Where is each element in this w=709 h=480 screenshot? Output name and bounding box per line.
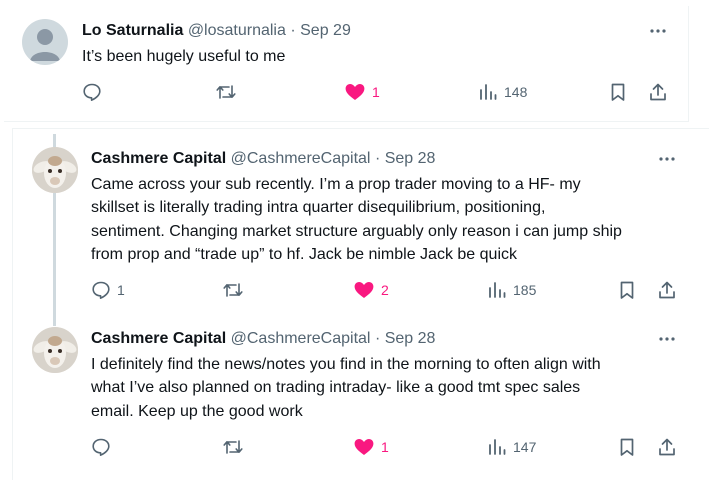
retweet-button[interactable] [215, 82, 243, 102]
bookmark-button[interactable] [617, 437, 637, 457]
tweet-date[interactable]: Sep 28 [385, 330, 436, 347]
like-button[interactable]: 2 [353, 280, 389, 300]
author-handle[interactable]: @CashmereCapital [231, 150, 371, 167]
tweet-text-line: I definitely find the news/notes you fin… [91, 356, 601, 373]
view-count: 147 [513, 439, 537, 455]
tweet-text-line: from prop and “trade up” to hf. Jack be … [91, 245, 517, 263]
like-count: 2 [381, 282, 389, 298]
separator-dot: · [374, 330, 381, 347]
author-handle[interactable]: @CashmereCapital [231, 330, 371, 347]
more-options-button[interactable] [657, 149, 677, 169]
heart-icon [354, 439, 374, 455]
tweet-header: Cashmere Capital @CashmereCapital · Sep … [91, 149, 435, 169]
avatar-lo-saturnalia[interactable] [22, 19, 68, 65]
bookmark-icon [620, 281, 634, 299]
views-icon [489, 439, 506, 455]
heart-icon [354, 282, 374, 298]
like-count: 1 [381, 439, 389, 455]
views-button[interactable]: 148 [478, 82, 527, 102]
reply-icon [92, 438, 110, 456]
tweet-text: I definitely find the news/notes you fin… [91, 353, 691, 423]
tweet-date[interactable]: Sep 29 [300, 22, 351, 39]
bookmark-button[interactable] [617, 280, 637, 300]
share-button[interactable] [657, 280, 677, 300]
share-icon [650, 83, 666, 101]
more-icon [650, 29, 666, 33]
tweet-text-line: skillset is literally trading intra quar… [91, 199, 546, 217]
goat-avatar-icon [32, 147, 78, 193]
default-avatar-icon [30, 29, 60, 61]
reply-button[interactable] [82, 82, 108, 102]
views-icon [489, 282, 506, 298]
more-options-button[interactable] [657, 329, 677, 349]
tweet-text-line: sentiment. Changing market structure arg… [91, 222, 622, 240]
author-name[interactable]: Cashmere Capital [91, 330, 226, 347]
views-icon [480, 84, 497, 100]
retweet-icon [223, 440, 243, 454]
author-name[interactable]: Lo Saturnalia [82, 22, 183, 39]
reply-count: 1 [117, 282, 125, 298]
tweet-text-line: Came across your sub recently. I’m a pro… [91, 176, 581, 193]
retweet-button[interactable] [222, 437, 250, 457]
reply-button[interactable]: 1 [91, 280, 125, 300]
like-count: 1 [372, 84, 380, 100]
views-button[interactable]: 147 [487, 437, 536, 457]
heart-icon [345, 84, 365, 100]
author-handle[interactable]: @losaturnalia [188, 22, 286, 39]
goat-avatar-icon [32, 327, 78, 373]
tweet-text-line: what I’ve also planned on trading intrad… [91, 379, 581, 397]
reply-icon [92, 281, 110, 299]
avatar-cashmere-capital[interactable] [32, 147, 78, 193]
reply-button[interactable] [91, 437, 117, 457]
like-button[interactable]: 1 [353, 437, 389, 457]
tweet-text: It’s been hugely useful to me [82, 45, 682, 68]
retweet-icon [223, 283, 243, 297]
more-icon [659, 157, 675, 161]
retweet-icon [216, 85, 236, 99]
share-icon [659, 281, 675, 299]
tweet-text: Came across your sub recently. I’m a pro… [91, 173, 691, 266]
more-options-button[interactable] [648, 21, 668, 41]
like-button[interactable]: 1 [344, 82, 380, 102]
reply-icon [83, 83, 101, 101]
separator-dot: · [290, 22, 296, 39]
tweet-text-line: It’s been hugely useful to me [82, 48, 286, 65]
author-name[interactable]: Cashmere Capital [91, 150, 226, 167]
bookmark-icon [620, 438, 634, 456]
share-button[interactable] [657, 437, 677, 457]
share-button[interactable] [648, 82, 668, 102]
views-button[interactable]: 185 [487, 280, 536, 300]
bookmark-button[interactable] [608, 82, 628, 102]
separator-dot: · [374, 150, 381, 167]
tweet-date[interactable]: Sep 28 [385, 150, 436, 167]
share-icon [659, 438, 675, 456]
tweet-header: Lo Saturnalia @losaturnalia · Sep 29 [82, 21, 351, 41]
view-count: 148 [504, 84, 528, 100]
view-count: 185 [513, 282, 537, 298]
bookmark-icon [611, 83, 625, 101]
avatar-cashmere-capital[interactable] [32, 327, 78, 373]
retweet-button[interactable] [222, 280, 250, 300]
tweet-text-line: email. Keep up the good work [91, 402, 303, 420]
tweet-header: Cashmere Capital @CashmereCapital · Sep … [91, 329, 435, 349]
more-icon [659, 337, 675, 341]
